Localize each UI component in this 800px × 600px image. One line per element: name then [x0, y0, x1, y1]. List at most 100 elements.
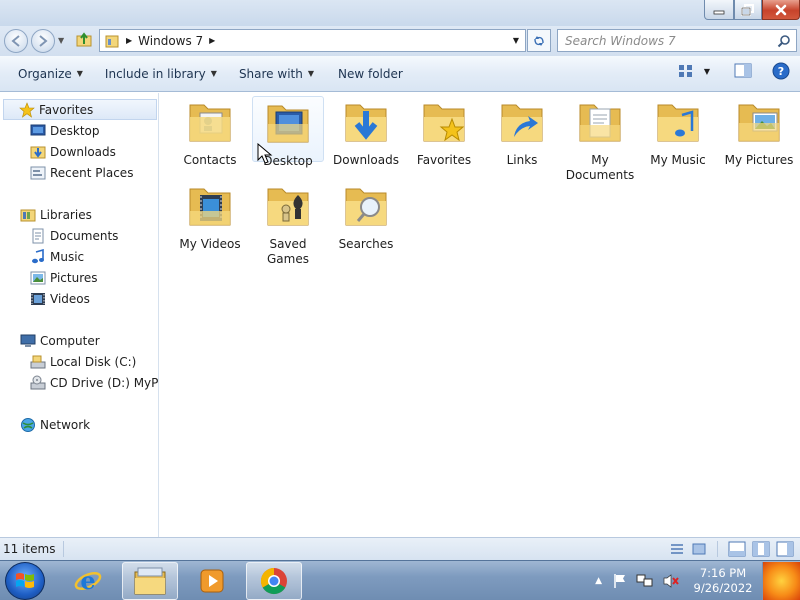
system-tray: ▲ 7:16 PM 9/26/2022: [595, 561, 800, 600]
volume-muted-icon[interactable]: [662, 573, 680, 589]
nav-computer[interactable]: Computer: [20, 330, 100, 351]
recent-places-icon: [30, 166, 46, 179]
taskbar-chrome[interactable]: [246, 562, 302, 600]
nav-documents[interactable]: Documents: [30, 225, 118, 246]
layout-1-icon[interactable]: [728, 541, 746, 557]
back-button[interactable]: [4, 29, 28, 53]
nav-label: Recent Places: [50, 165, 134, 180]
refresh-button[interactable]: [527, 29, 551, 52]
nav-recent-places[interactable]: Recent Places: [30, 162, 133, 183]
folder-my-videos[interactable]: My Videos: [174, 183, 246, 252]
item-count: 11 items: [0, 541, 65, 557]
help-icon[interactable]: ?: [772, 62, 790, 80]
forward-button[interactable]: [31, 29, 55, 53]
start-button[interactable]: [5, 562, 45, 600]
folder-downloads[interactable]: Downloads: [330, 99, 402, 168]
breadcrumb-windows7[interactable]: Windows 7: [138, 34, 203, 48]
show-hidden-icons-icon[interactable]: ▲: [595, 576, 602, 586]
action-center-flag-icon[interactable]: [612, 573, 628, 589]
nav-music[interactable]: Music: [30, 246, 84, 267]
close-button[interactable]: [762, 0, 800, 20]
folder-contacts[interactable]: Contacts: [174, 99, 246, 168]
taskbar-media-player[interactable]: [184, 562, 240, 600]
share-with-button[interactable]: Share with ▼: [230, 62, 323, 86]
breadcrumb-chevron-icon[interactable]: ▶: [209, 36, 215, 45]
clock[interactable]: 7:16 PM 9/26/2022: [686, 566, 760, 596]
chevron-down-icon: ▼: [307, 69, 314, 78]
status-bar: 11 items: [0, 537, 800, 560]
restore-button[interactable]: [734, 0, 762, 20]
command-bar: Organize ▼ Include in library ▼ Share with…: [0, 56, 800, 92]
nav-label: Music: [50, 249, 85, 264]
nav-cd-drive[interactable]: CD Drive (D:) MyPal64: [30, 372, 158, 393]
navigation-pane: Favorites Desktop Downloads Recent Place…: [0, 93, 159, 537]
show-desktop-button[interactable]: [762, 562, 800, 600]
organize-button[interactable]: Organize ▼: [9, 62, 92, 86]
chevron-down-icon: ▼: [76, 69, 83, 78]
taskbar-internet-explorer[interactable]: e: [60, 562, 116, 600]
contacts-icon: [189, 104, 231, 142]
layout-3-icon[interactable]: [776, 541, 794, 557]
nav-downloads[interactable]: Downloads: [30, 141, 116, 162]
details-view-icon[interactable]: [669, 542, 685, 556]
folder-label: My Documents: [565, 153, 635, 182]
folder-saved-games[interactable]: Saved Games: [252, 183, 324, 267]
nav-pictures[interactable]: Pictures: [30, 267, 98, 288]
window-controls: [704, 0, 800, 20]
nav-videos[interactable]: Videos: [30, 288, 90, 309]
nav-network[interactable]: Network: [20, 414, 90, 435]
videos-icon: [189, 188, 231, 226]
address-bar[interactable]: ▶ Windows 7 ▶ ▼: [99, 29, 526, 52]
recent-pages-chevron-icon[interactable]: ▼: [58, 36, 64, 45]
folder-my-documents[interactable]: My Documents: [564, 99, 636, 183]
search-input[interactable]: [565, 33, 775, 48]
documents-icon: [32, 228, 44, 243]
folder-content: Contacts Desktop Downloads Favorites Lin…: [160, 93, 800, 537]
nav-label: CD Drive (D:) MyPal64: [50, 375, 158, 390]
nav-label: Downloads: [50, 144, 116, 159]
status-view-controls: [669, 541, 794, 557]
search-icon[interactable]: [777, 34, 791, 48]
layout-2-icon[interactable]: [752, 541, 770, 557]
preview-pane-icon[interactable]: [734, 63, 752, 79]
folder-label: My Videos: [179, 237, 241, 251]
folder-searches[interactable]: Searches: [330, 183, 402, 252]
change-view-icon[interactable]: [678, 63, 694, 79]
folder-my-pictures[interactable]: My Pictures: [720, 99, 798, 168]
chrome-icon: [260, 567, 287, 595]
documents-icon: [579, 104, 621, 142]
folder-favorites[interactable]: Favorites: [408, 99, 480, 168]
nav-favorites[interactable]: Favorites: [3, 99, 157, 120]
windows-logo-icon: [16, 573, 34, 588]
folder-my-music[interactable]: My Music: [642, 99, 714, 168]
address-dropdown-icon[interactable]: ▼: [513, 36, 519, 45]
downloads-icon: [345, 104, 387, 142]
folder-links[interactable]: Links: [486, 99, 558, 168]
include-in-library-label: Include in library: [104, 66, 206, 81]
new-folder-label: New folder: [338, 66, 403, 81]
network-icon: [21, 417, 35, 432]
star-icon: [19, 101, 35, 118]
clock-time: 7:16 PM: [699, 566, 747, 580]
computer-icon: [20, 334, 36, 347]
up-folder-icon[interactable]: [76, 32, 92, 51]
desktop-icon: [267, 105, 309, 143]
folder-label: My Music: [650, 153, 706, 167]
minimize-button[interactable]: [704, 0, 734, 20]
nav-libraries[interactable]: Libraries: [20, 204, 92, 225]
network-status-icon[interactable]: [636, 573, 654, 589]
new-folder-button[interactable]: New folder: [329, 62, 412, 86]
libraries-icon: [20, 209, 36, 221]
favorites-icon: [423, 104, 465, 142]
thumbnail-view-icon[interactable]: [691, 542, 707, 556]
view-controls: ▼ ?: [678, 62, 790, 80]
nav-desktop[interactable]: Desktop: [30, 120, 100, 141]
folder-label: Favorites: [416, 153, 472, 167]
taskbar-windows-explorer[interactable]: [122, 562, 178, 600]
nav-label: Computer: [40, 333, 100, 348]
nav-local-disk[interactable]: Local Disk (C:): [30, 351, 136, 372]
view-options-chevron-icon[interactable]: ▼: [704, 67, 710, 76]
breadcrumb-separator-icon[interactable]: ▶: [126, 36, 132, 45]
hard-drive-icon: [30, 355, 46, 368]
include-in-library-button[interactable]: Include in library ▼: [96, 62, 226, 86]
